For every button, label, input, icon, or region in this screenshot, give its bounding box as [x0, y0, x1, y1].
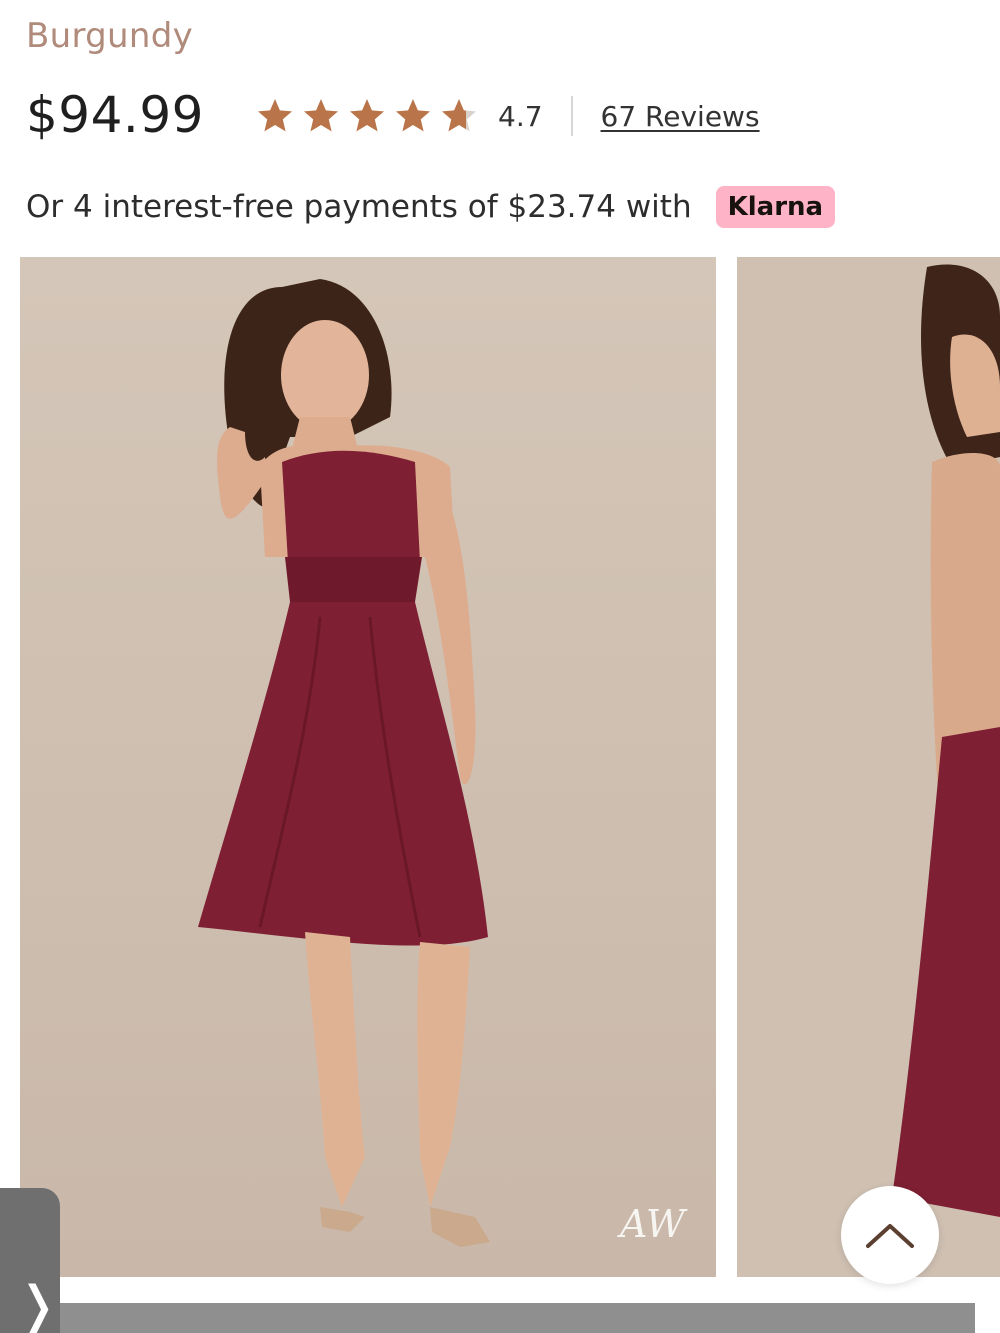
star-icon: [304, 99, 338, 132]
star-icon: [396, 99, 430, 132]
price: $94.99: [26, 86, 204, 144]
klarna-badge[interactable]: Klarna: [715, 186, 836, 228]
divider: [570, 96, 573, 136]
installment-text: Or 4 interest-free payments of $23.74 wi…: [26, 189, 692, 225]
star-rating[interactable]: [256, 97, 486, 135]
chevron-right-icon[interactable]: ❭: [16, 1280, 60, 1332]
product-image-front[interactable]: AW: [20, 257, 716, 1277]
reviews-link[interactable]: 67 Reviews: [601, 100, 760, 133]
color-name: Burgundy: [26, 16, 194, 56]
scroll-to-top-button[interactable]: [841, 1186, 939, 1284]
product-photo-front: [20, 257, 716, 1277]
brand-watermark: AW: [620, 1202, 685, 1246]
star-icon: [442, 99, 476, 132]
bottom-bar: [40, 1303, 975, 1333]
star-icon: [350, 99, 384, 132]
rating-row: 4.7 67 Reviews: [256, 94, 760, 138]
product-image-back[interactable]: [737, 257, 1000, 1277]
product-photo-back: [737, 257, 1000, 1277]
rating-value: 4.7: [498, 99, 543, 133]
chevron-up-icon: [866, 1224, 914, 1248]
installment-info: Or 4 interest-free payments of $23.74 wi…: [26, 186, 836, 228]
star-icon: [258, 99, 292, 132]
